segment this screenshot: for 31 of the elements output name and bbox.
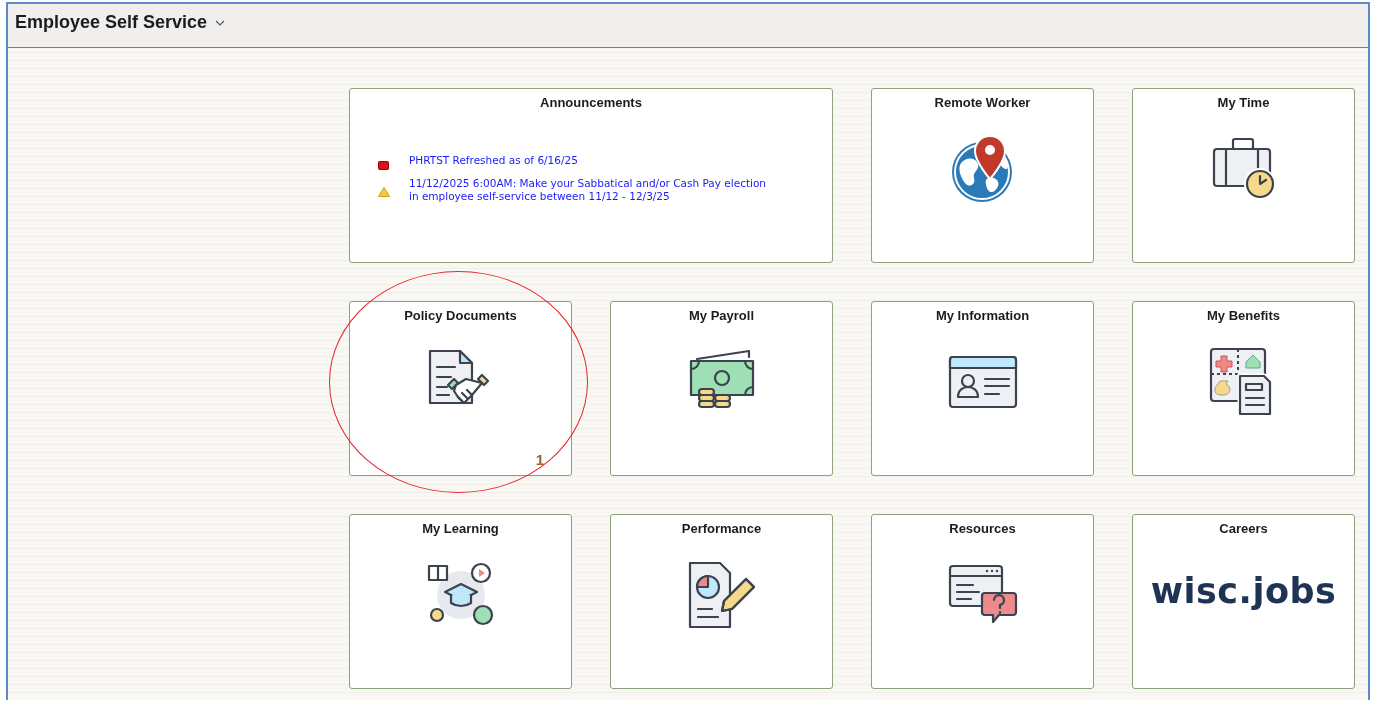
tile-title: Remote Worker xyxy=(934,95,1031,110)
tile[interactable]: My Learning xyxy=(349,514,572,689)
tile[interactable]: My Information xyxy=(871,301,1094,476)
tile-title: Careers xyxy=(1219,521,1268,536)
tile[interactable]: Resources xyxy=(871,514,1094,689)
tile-title: Resources xyxy=(949,521,1016,536)
tile[interactable]: Policy Documents 1 xyxy=(349,301,572,476)
tile[interactable]: My Time xyxy=(1132,88,1355,263)
tile-title: My Time xyxy=(1217,95,1270,110)
logo: wisc.jobs xyxy=(1150,571,1337,611)
tile[interactable]: Announcements PHRTST Refreshed as of 6/16/25 11/12/2025 6:00AM: Make your Sabbatical and/or Cash Pay election in employee self-service between 11/12 - 12/3/25 xyxy=(349,88,833,263)
tile-title: My Benefits xyxy=(1207,308,1280,323)
tile-title: My Learning xyxy=(422,521,499,536)
announcement-link[interactable]: PHRTST Refreshed as of 6/16/25 xyxy=(409,153,578,167)
tile-title: My Information xyxy=(935,308,1030,323)
tile[interactable]: Remote Worker xyxy=(871,88,1094,263)
tile[interactable]: My Payroll xyxy=(610,301,833,476)
chevron-down-icon[interactable] xyxy=(215,19,226,26)
announcement-link[interactable]: 11/12/2025 6:00AM: Make your Sabbatical and/or Cash Pay election in employee self-service between 11/12 - 12/3/25 xyxy=(409,176,767,203)
tile-title: Policy Documents xyxy=(404,308,517,323)
warning-icon xyxy=(378,186,390,197)
tile[interactable]: Performance xyxy=(610,514,833,689)
count-label: 1 xyxy=(535,451,544,468)
tile-title: Performance xyxy=(681,521,762,536)
tile[interactable]: Careers wisc.jobs xyxy=(1132,514,1355,689)
page-title[interactable]: Employee Self Service xyxy=(15,12,208,33)
tile-title: Announcements xyxy=(540,95,642,110)
tile[interactable]: My Benefits xyxy=(1132,301,1355,476)
error-flag-icon xyxy=(378,160,389,170)
id-card-icon xyxy=(946,354,1019,410)
tile-title: My Payroll xyxy=(689,308,754,323)
